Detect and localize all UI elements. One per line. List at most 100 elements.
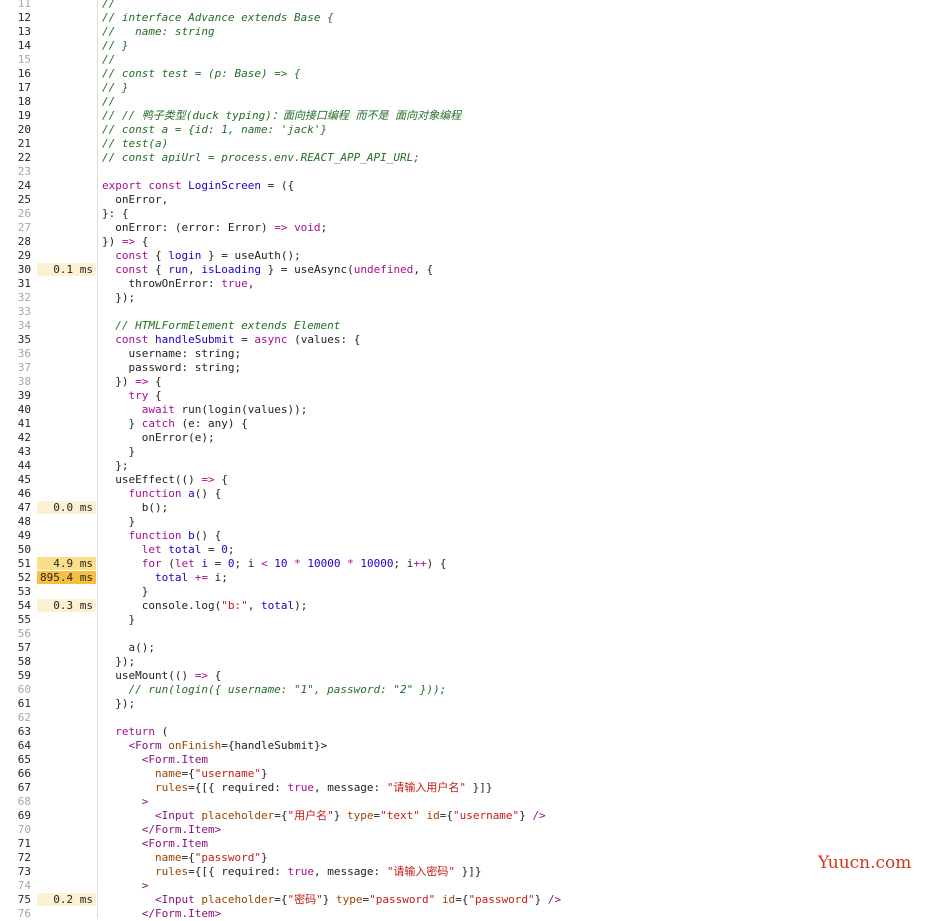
code-text: name={"username"} [154,767,268,780]
line-number[interactable]: 33 [0,305,31,319]
line-number[interactable]: 47 [0,501,31,515]
code-text: useEffect(() => { [102,473,228,486]
line-number[interactable]: 63 [0,725,31,739]
code-line: 16 // const test = (p: Base) => { [0,67,927,81]
line-number[interactable]: 16 [0,67,31,81]
code-line: 34 // HTMLFormElement extends Element [0,319,927,333]
line-number[interactable]: 72 [0,851,31,865]
code-text: > [102,795,149,808]
line-number[interactable]: 28 [0,235,31,249]
line-number[interactable]: 36 [0,347,31,361]
line-number[interactable]: 43 [0,445,31,459]
code-text: <Input placeholder={"用户名"} type="text" i… [102,809,546,822]
line-number[interactable]: 49 [0,529,31,543]
line-number[interactable]: 58 [0,655,31,669]
line-number[interactable]: 38 [0,375,31,389]
line-number[interactable]: 20 [0,123,31,137]
line-number[interactable]: 51 [0,557,31,571]
line-timing-badge: 4.9 ms [37,557,96,570]
line-number[interactable]: 64 [0,739,31,753]
line-number[interactable]: 56 [0,627,31,641]
line-number[interactable]: 30 [0,263,31,277]
line-number[interactable]: 76 [0,907,31,921]
line-number[interactable]: 26 [0,207,31,221]
line-number[interactable]: 39 [0,389,31,403]
line-timing-badge: 0.0 ms [37,501,96,514]
line-number[interactable]: 24 [0,179,31,193]
line-number[interactable]: 42 [0,431,31,445]
line-number[interactable]: 25 [0,193,31,207]
code-line: 32 }); [0,291,927,305]
line-number[interactable]: 35 [0,333,31,347]
line-number[interactable]: 37 [0,361,31,375]
code-text: <Input placeholder={"密码"} type="password… [102,893,562,906]
line-number[interactable]: 44 [0,459,31,473]
line-number[interactable]: 21 [0,137,31,151]
line-number[interactable]: 40 [0,403,31,417]
line-number[interactable]: 13 [0,25,31,39]
code-line: 58 }); [0,655,927,669]
code-line: 27 onError: (error: Error) => void; [0,221,927,235]
line-number[interactable]: 22 [0,151,31,165]
line-number[interactable]: 75 [0,893,31,907]
line-number[interactable]: 41 [0,417,31,431]
line-number[interactable]: 19 [0,109,31,123]
line-number[interactable]: 27 [0,221,31,235]
line-number[interactable]: 29 [0,249,31,263]
line-number[interactable]: 46 [0,487,31,501]
code-text: export const LoginScreen = ({ [102,179,295,192]
line-number[interactable]: 68 [0,795,31,809]
code-text: name={"password"} [154,851,268,864]
code-text: </Form.Item> [102,823,222,836]
source-code-editor[interactable]: 11 // 12 // interface Advance extends Base … [0,0,927,921]
line-number[interactable]: 52 [0,571,31,585]
line-number[interactable]: 14 [0,39,31,53]
line-number[interactable]: 66 [0,767,31,781]
code-text: // // 鸭子类型(duck typing)：面向接口编程 而不是 面向对象编… [102,109,462,122]
code-line: 51 4.9 ms for (let i = 0; i < 10 * 10000 … [0,557,927,571]
code-line: 59 useMount(() => { [0,669,927,683]
line-number[interactable]: 69 [0,809,31,823]
line-number[interactable]: 31 [0,277,31,291]
line-number[interactable]: 45 [0,473,31,487]
line-number[interactable]: 60 [0,683,31,697]
line-number[interactable]: 65 [0,753,31,767]
line-number[interactable]: 12 [0,11,31,25]
line-number[interactable]: 34 [0,319,31,333]
line-number[interactable]: 55 [0,613,31,627]
line-number[interactable]: 73 [0,865,31,879]
code-line: 26}: { [0,207,927,221]
line-number[interactable]: 48 [0,515,31,529]
line-number[interactable]: 70 [0,823,31,837]
code-text: function a() { [128,487,222,500]
line-number[interactable]: 67 [0,781,31,795]
line-number[interactable]: 74 [0,879,31,893]
code-text: onError: (error: Error) => void; [102,221,328,234]
line-number[interactable]: 23 [0,165,31,179]
code-line: 39 try { [0,389,927,403]
line-timing-badge: 0.2 ms [37,893,96,906]
line-number[interactable]: 18 [0,95,31,109]
line-number[interactable]: 57 [0,641,31,655]
code-text: // run(login({ username: "1", password: … [102,683,447,696]
code-line: 62 [0,711,927,725]
line-number[interactable]: 62 [0,711,31,725]
line-number[interactable]: 15 [0,53,31,67]
code-line: 67 rules={[{ required: true, message: "请… [0,781,927,795]
line-number[interactable]: 53 [0,585,31,599]
line-number[interactable]: 61 [0,697,31,711]
code-text: const { login } = useAuth(); [115,249,301,262]
code-line: 53 } [0,585,927,599]
line-number[interactable]: 32 [0,291,31,305]
line-number[interactable]: 71 [0,837,31,851]
line-number[interactable]: 54 [0,599,31,613]
code-line: 20 // const a = {id: 1, name: 'jack'} [0,123,927,137]
line-number[interactable]: 11 [0,0,31,11]
code-text: function b() { [128,529,222,542]
line-number[interactable]: 17 [0,81,31,95]
line-number[interactable]: 50 [0,543,31,557]
code-text: // const a = {id: 1, name: 'jack'} [102,123,328,136]
code-line: 17 // } [0,81,927,95]
code-line: 68 > [0,795,927,809]
line-number[interactable]: 59 [0,669,31,683]
